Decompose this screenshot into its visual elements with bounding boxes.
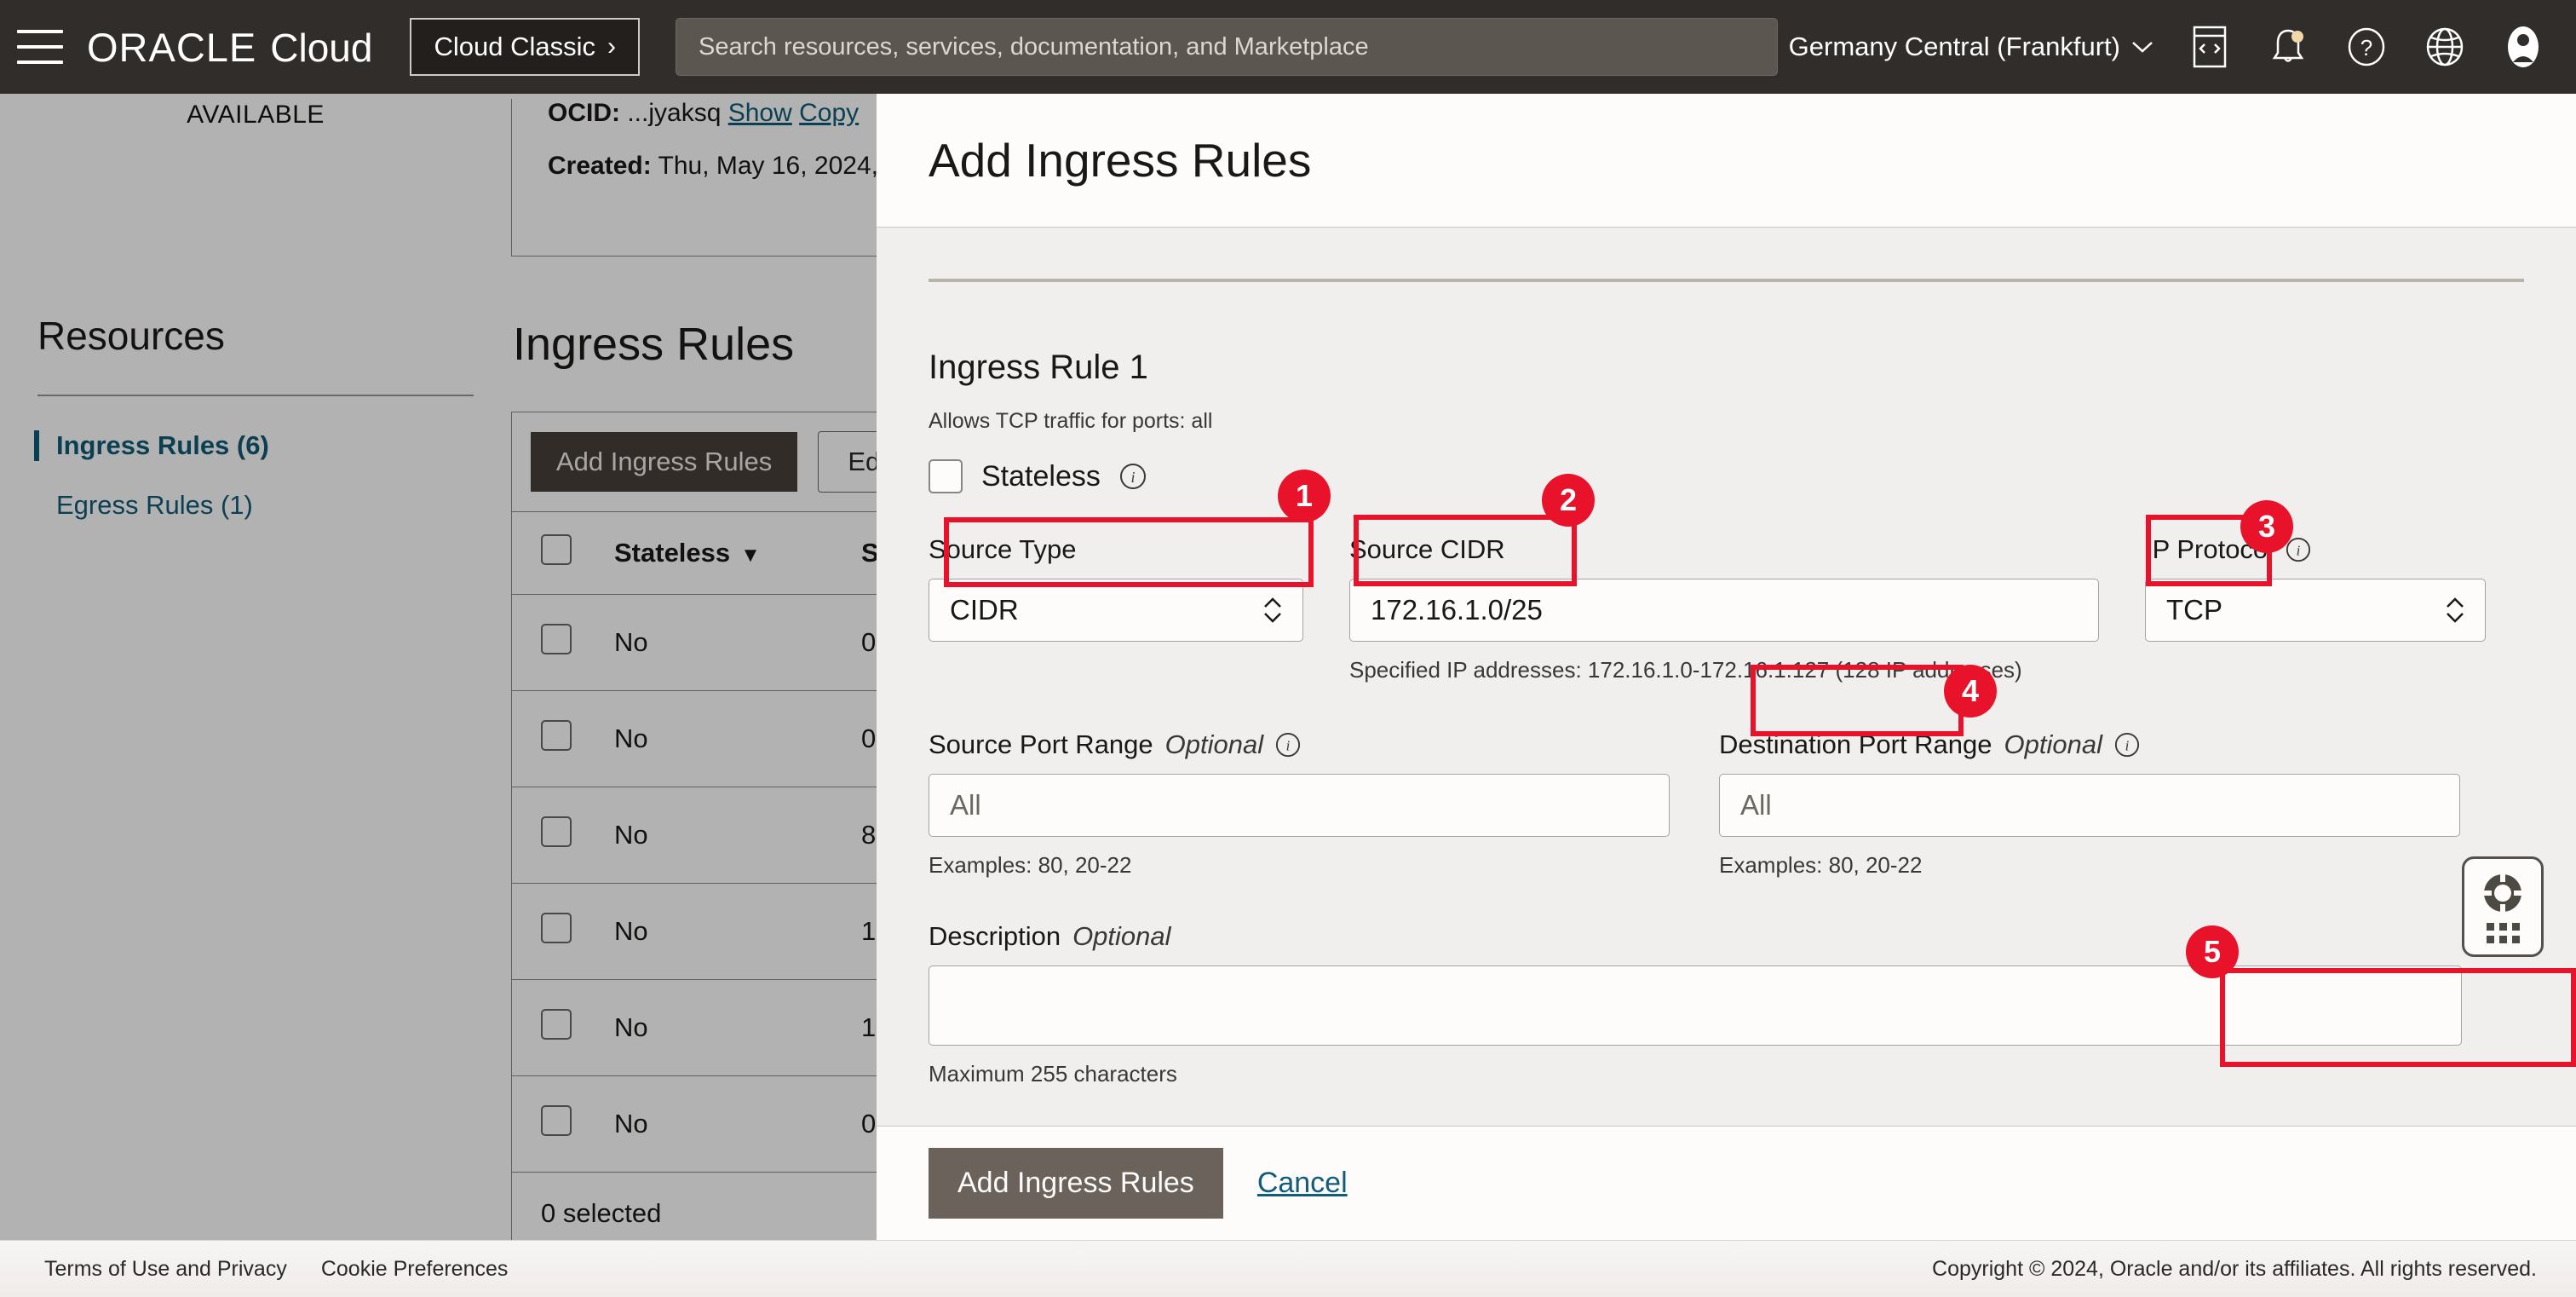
cloud-classic-button[interactable]: Cloud Classic › bbox=[410, 18, 640, 76]
top-bar-right-group: Germany Central (Frankfurt) bbox=[1789, 25, 2576, 69]
source-cidr-field: Source CIDR Specified IP addresses: 172.… bbox=[1349, 534, 2099, 683]
info-icon[interactable]: i bbox=[2114, 732, 2140, 758]
source-cidr-input[interactable] bbox=[1349, 579, 2099, 642]
chevron-right-icon: › bbox=[607, 34, 616, 60]
rule-row-1: Source Type CIDR Source CIDR Specified I… bbox=[929, 534, 2524, 683]
region-selector[interactable]: Germany Central (Frankfurt) bbox=[1789, 32, 2153, 62]
terms-of-use-link[interactable]: Terms of Use and Privacy bbox=[44, 1257, 287, 1282]
source-port-range-label-text: Source Port Range bbox=[929, 729, 1153, 760]
info-icon[interactable]: i bbox=[2286, 537, 2311, 562]
dialog-title: Add Ingress Rules bbox=[929, 133, 1311, 187]
dialog-body: Ingress Rule 1 Allows TCP traffic for po… bbox=[877, 228, 2576, 1126]
lifebuoy-support-icon bbox=[2480, 870, 2526, 916]
description-textarea[interactable] bbox=[929, 966, 2462, 1046]
description-label-text: Description bbox=[929, 921, 1061, 952]
svg-text:i: i bbox=[2125, 738, 2130, 754]
source-type-label: Source Type bbox=[929, 534, 1303, 565]
svg-text:i: i bbox=[1286, 738, 1291, 754]
dialog-footer: Add Ingress Rules Cancel bbox=[877, 1126, 2576, 1240]
search-container bbox=[676, 18, 1778, 76]
submit-add-ingress-rules-button[interactable]: Add Ingress Rules bbox=[929, 1148, 1223, 1219]
footer-links: Terms of Use and Privacy Cookie Preferen… bbox=[0, 1257, 508, 1282]
destination-port-range-label: Destination Port Range Optional i bbox=[1719, 729, 2460, 760]
ip-protocol-label: IP Protocol i bbox=[2145, 534, 2486, 565]
annotation-badge-5: 5 bbox=[2186, 925, 2239, 978]
hamburger-menu-icon[interactable] bbox=[17, 30, 63, 64]
optional-marker: Optional bbox=[1165, 729, 1263, 760]
source-type-select[interactable]: CIDR bbox=[929, 579, 1303, 642]
dialog-header: Add Ingress Rules bbox=[877, 94, 2576, 228]
destination-port-range-input[interactable] bbox=[1719, 774, 2460, 837]
help-question-icon[interactable]: ? bbox=[2344, 25, 2389, 69]
cloud-shell-icon[interactable] bbox=[2188, 25, 2232, 69]
source-type-value: CIDR bbox=[950, 594, 1019, 626]
oracle-cloud-logo[interactable]: ORACLE Cloud bbox=[87, 24, 372, 71]
source-cidr-label: Source CIDR bbox=[1349, 534, 2099, 565]
source-port-range-input[interactable] bbox=[929, 774, 1670, 837]
oracle-wordmark: ORACLE bbox=[87, 24, 256, 71]
cancel-button[interactable]: Cancel bbox=[1257, 1167, 1348, 1200]
help-support-widget[interactable] bbox=[2462, 856, 2544, 957]
ingress-rule-heading: Ingress Rule 1 bbox=[929, 349, 2524, 387]
destination-port-range-field: Destination Port Range Optional i Exampl… bbox=[1719, 729, 2460, 879]
source-port-range-hint: Examples: 80, 20-22 bbox=[929, 852, 1670, 879]
rule-row-3: Description Optional Maximum 255 charact… bbox=[929, 921, 2524, 1087]
region-label: Germany Central (Frankfurt) bbox=[1789, 32, 2120, 62]
ip-protocol-value: TCP bbox=[2166, 594, 2222, 626]
source-port-range-field: Source Port Range Optional i Examples: 8… bbox=[929, 729, 1670, 879]
svg-text:i: i bbox=[2297, 543, 2301, 559]
description-hint: Maximum 255 characters bbox=[929, 1061, 2462, 1087]
search-input[interactable] bbox=[676, 18, 1778, 76]
spinner-arrows-icon bbox=[2446, 597, 2464, 623]
source-port-range-label: Source Port Range Optional i bbox=[929, 729, 1670, 760]
info-icon[interactable]: i bbox=[1119, 463, 1147, 490]
destination-port-range-label-text: Destination Port Range bbox=[1719, 729, 1992, 760]
stateless-row: Stateless i bbox=[929, 459, 2524, 493]
svg-text:i: i bbox=[1130, 469, 1135, 486]
rule-row-2: Source Port Range Optional i Examples: 8… bbox=[929, 729, 2524, 879]
chevron-down-icon bbox=[2131, 40, 2153, 54]
app-grid-icon bbox=[2487, 923, 2520, 943]
dialog-section-divider bbox=[929, 279, 2524, 282]
ip-protocol-field: IP Protocol i TCP bbox=[2145, 534, 2486, 683]
cloud-classic-label: Cloud Classic bbox=[434, 32, 595, 62]
spinner-arrows-icon bbox=[1263, 597, 1282, 623]
language-globe-icon[interactable] bbox=[2423, 25, 2467, 69]
source-type-field: Source Type CIDR bbox=[929, 534, 1303, 683]
stateless-label: Stateless bbox=[981, 460, 1101, 493]
optional-marker: Optional bbox=[2004, 729, 2102, 760]
add-ingress-rules-dialog: Add Ingress Rules Ingress Rule 1 Allows … bbox=[877, 94, 2576, 1240]
optional-marker: Optional bbox=[1072, 921, 1170, 952]
cookie-preferences-link[interactable]: Cookie Preferences bbox=[321, 1257, 509, 1282]
annotation-badge-2: 2 bbox=[1542, 474, 1595, 527]
top-navigation-bar: ORACLE Cloud Cloud Classic › Germany Cen… bbox=[0, 0, 2576, 94]
copyright-text: Copyright © 2024, Oracle and/or its affi… bbox=[1932, 1257, 2576, 1282]
destination-port-range-hint: Examples: 80, 20-22 bbox=[1719, 852, 2460, 879]
svg-text:?: ? bbox=[2360, 35, 2372, 61]
rule-summary-text: Allows TCP traffic for ports: all bbox=[929, 409, 2524, 434]
info-icon[interactable]: i bbox=[1275, 732, 1301, 758]
modal-overlay[interactable] bbox=[0, 94, 877, 1240]
page-footer: Terms of Use and Privacy Cookie Preferen… bbox=[0, 1240, 2576, 1297]
annotation-badge-1: 1 bbox=[1278, 470, 1331, 522]
user-avatar-icon[interactable] bbox=[2501, 25, 2545, 69]
annotation-badge-3: 3 bbox=[2240, 500, 2293, 553]
cloud-wordmark: Cloud bbox=[270, 25, 372, 71]
stateless-checkbox[interactable] bbox=[929, 459, 963, 493]
notifications-bell-icon[interactable] bbox=[2266, 25, 2310, 69]
ip-protocol-select[interactable]: TCP bbox=[2145, 579, 2486, 642]
annotation-badge-4: 4 bbox=[1944, 665, 1997, 718]
